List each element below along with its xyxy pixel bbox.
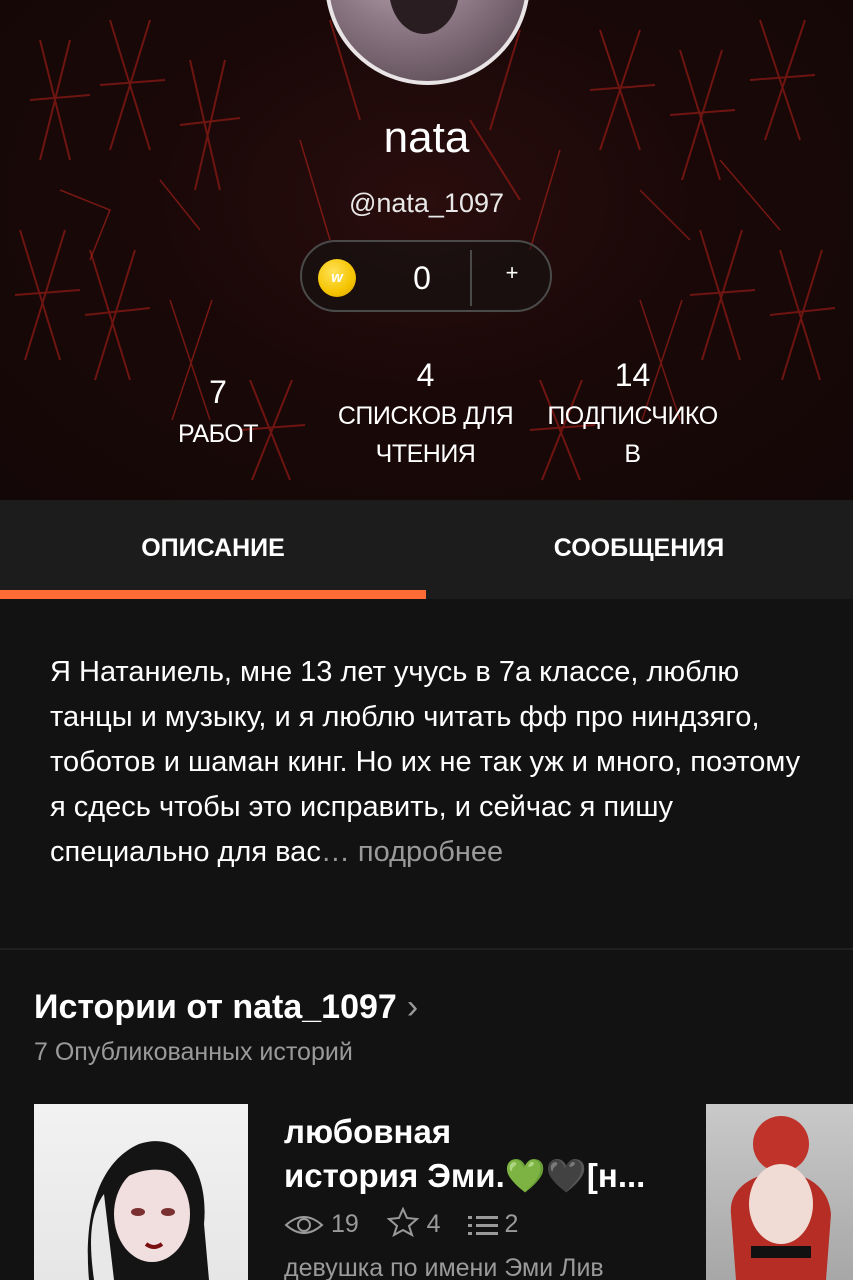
story-votes: 4 bbox=[386, 1206, 441, 1239]
stat-reading-lists[interactable]: 4 СПИСКОВ ДЛЯ ЧТЕНИЯ bbox=[318, 357, 533, 470]
tab-messages[interactable]: СООБЩЕНИЯ bbox=[426, 534, 852, 563]
profile-display-name: nata bbox=[383, 113, 470, 162]
stories-section-title[interactable]: Истории от nata_1097 › bbox=[34, 988, 418, 1027]
stat-works-value: 7 bbox=[209, 374, 227, 410]
read-more-link[interactable]: подробнее bbox=[358, 836, 503, 868]
chevron-right-icon: › bbox=[406, 988, 419, 1026]
story-views: 19 bbox=[284, 1210, 359, 1239]
story-title-line1: любовная bbox=[284, 1113, 452, 1150]
story-cover-art bbox=[87, 1141, 209, 1280]
star-icon bbox=[386, 1206, 420, 1238]
active-tab-indicator bbox=[0, 590, 426, 599]
story-cover[interactable] bbox=[34, 1104, 248, 1280]
description-ellipsis: … bbox=[320, 836, 350, 868]
profile-handle: @nata_1097 bbox=[348, 188, 505, 218]
stat-reading-lists-value: 4 bbox=[416, 357, 435, 393]
list-icon bbox=[467, 1216, 498, 1235]
coin-count: 0 bbox=[413, 260, 431, 296]
coin-icon: w bbox=[318, 259, 356, 297]
eye-icon bbox=[284, 1216, 324, 1234]
add-coins-button[interactable]: + bbox=[472, 260, 552, 286]
stat-works[interactable]: 7 РАБОТ bbox=[148, 374, 288, 450]
section-divider bbox=[0, 948, 853, 950]
stories-count: 7 Опубликованных историй bbox=[34, 1038, 353, 1066]
story-parts-count: 2 bbox=[504, 1210, 519, 1238]
stat-followers-label-line1: ПОДПИСЧИКО bbox=[547, 402, 718, 430]
stories-title-text: Истории от nata_1097 bbox=[34, 988, 397, 1026]
stat-followers-label-line2: В bbox=[624, 440, 641, 468]
story-description-snippet: девушка по имени Эми Лив bbox=[284, 1254, 604, 1280]
story-title[interactable]: любовная история Эми.💚🖤[н... bbox=[284, 1110, 684, 1198]
stat-reading-lists-label-line2: ЧТЕНИЯ bbox=[375, 440, 476, 468]
tab-description[interactable]: ОПИСАНИЕ bbox=[0, 534, 426, 563]
avatar-figure bbox=[389, 0, 459, 34]
story-title-line2: история Эми.💚🖤[н... bbox=[284, 1157, 646, 1194]
story-votes-count: 4 bbox=[426, 1210, 441, 1238]
coins-widget[interactable]: w 0 + bbox=[300, 240, 552, 312]
story-views-count: 19 bbox=[330, 1210, 359, 1238]
profile-description: Я Натаниель, мне 13 лет учусь в 7а класс… bbox=[50, 650, 810, 875]
story-cover-next-art bbox=[730, 1116, 831, 1280]
profile-header: nata @nata_1097 w 0 + 7 РАБОТ 4 СПИСКОВ … bbox=[0, 0, 853, 500]
story-parts: 2 bbox=[467, 1210, 519, 1239]
stat-followers[interactable]: 14 ПОДПИСЧИКО В bbox=[525, 357, 740, 470]
stat-followers-value: 14 bbox=[614, 357, 651, 393]
stat-works-label: РАБОТ bbox=[177, 420, 259, 448]
profile-tabs: ОПИСАНИЕ СООБЩЕНИЯ bbox=[0, 500, 853, 599]
story-stats: 19 4 2 bbox=[284, 1206, 538, 1239]
stat-reading-lists-label-line1: СПИСКОВ ДЛЯ bbox=[337, 402, 514, 430]
story-cover-next[interactable] bbox=[706, 1104, 853, 1280]
